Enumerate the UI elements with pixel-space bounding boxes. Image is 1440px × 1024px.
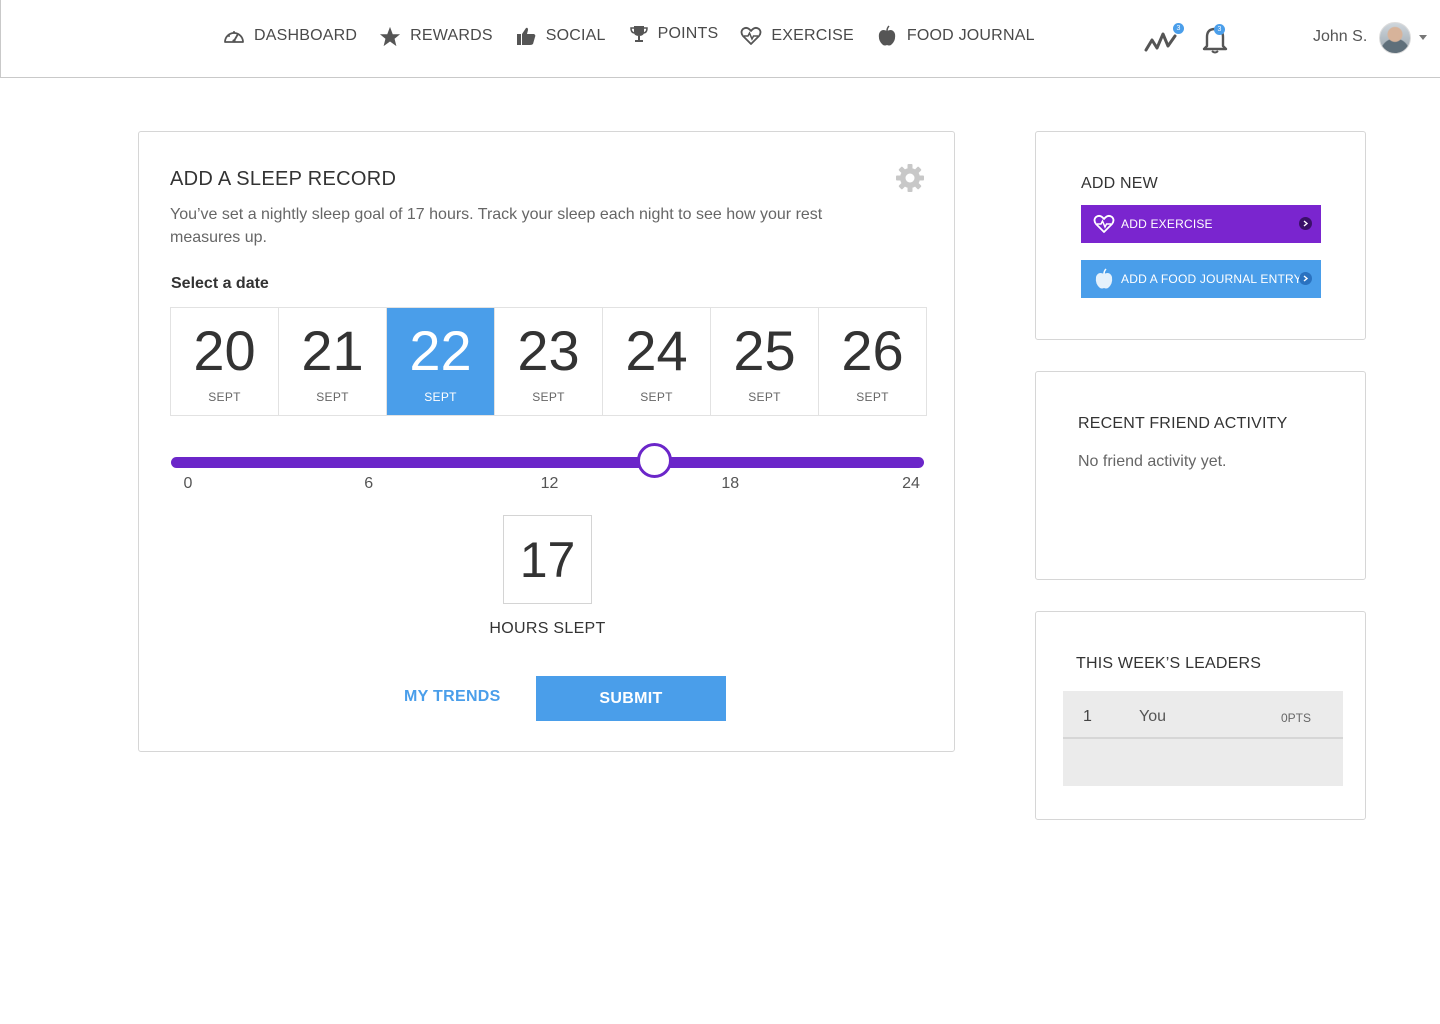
chevron-right-icon [1299,217,1312,230]
add-food-journal-button[interactable]: ADD A FOOD JOURNAL ENTRY [1081,260,1321,298]
date-option-21[interactable]: 21 SEPT [279,308,387,415]
heart-pulse-icon [1093,213,1115,235]
hours-slider-track[interactable] [171,457,924,468]
date-option-22[interactable]: 22 SEPT [387,308,495,415]
nav-rewards[interactable]: REWARDS [379,25,493,47]
date-option-26[interactable]: 26 SEPT [819,308,926,415]
nav-points-label: POINTS [657,25,719,42]
nav-rewards-label: REWARDS [410,27,493,44]
date-day: 21 [301,319,364,382]
slider-tick-label: 24 [902,475,920,492]
date-month: SEPT [856,390,889,404]
thumbs-up-icon [515,25,537,47]
select-date-label: Select a date [171,275,269,292]
recent-friend-activity-card: RECENT FRIEND ACTIVITY No friend activit… [1035,371,1366,580]
activity-button[interactable]: 3 [1144,20,1184,56]
friend-activity-empty-text: No friend activity yet. [1078,453,1227,470]
add-exercise-label: ADD EXERCISE [1121,217,1213,231]
submit-button[interactable]: SUBMIT [536,676,726,721]
date-option-20[interactable]: 20 SEPT [171,308,279,415]
notifications-button[interactable]: 3 [1201,20,1231,56]
user-name[interactable]: John S. [1313,28,1367,46]
dashboard-gauge-icon [223,25,245,47]
date-month: SEPT [424,390,457,404]
leader-name: You [1139,708,1166,725]
nav-food-journal[interactable]: FOOD JOURNAL [876,25,1035,47]
nav-dashboard[interactable]: DASHBOARD [223,25,357,47]
hours-slept-label: HOURS SLEPT [489,620,606,637]
activity-badge: 3 [1173,23,1184,34]
date-option-24[interactable]: 24 SEPT [603,308,711,415]
chevron-right-icon [1299,272,1312,285]
trophy-icon [628,23,650,45]
apple-icon [876,25,898,47]
nav-food-journal-label: FOOD JOURNAL [906,27,1035,44]
sleep-card-title: ADD A SLEEP RECORD [170,168,397,190]
gear-icon[interactable] [895,163,925,193]
leaders-title: THIS WEEK’S LEADERS [1076,655,1262,672]
weekly-leaders-card: THIS WEEK’S LEADERS 1 You 0PTS [1035,611,1366,820]
date-day: 20 [193,319,256,382]
add-food-journal-label: ADD A FOOD JOURNAL ENTRY [1121,272,1302,286]
leader-points: 0PTS [1280,711,1311,725]
date-month: SEPT [316,390,349,404]
top-navigation-bar: DASHBOARD REWARDS SOCIAL POINTS EXERCISE [0,0,1440,78]
add-new-title: ADD NEW [1081,175,1158,192]
user-menu-chevron-down-icon[interactable] [1419,35,1427,40]
friend-activity-title: RECENT FRIEND ACTIVITY [1078,415,1288,432]
sleep-record-card: ADD A SLEEP RECORD You’ve set a nightly … [138,131,955,752]
date-picker: 20 SEPT 21 SEPT 22 SEPT 23 SEPT 24 SEPT … [170,307,927,416]
add-exercise-button[interactable]: ADD EXERCISE [1081,205,1321,243]
slider-tick-label: 12 [540,475,559,492]
date-day: 22 [409,319,472,382]
nav-points[interactable]: POINTS [628,23,719,45]
date-day: 24 [625,319,688,382]
slider-tick-label: 0 [183,475,193,492]
date-month: SEPT [748,390,781,404]
nav-social[interactable]: SOCIAL [515,25,606,47]
slider-tick-label: 6 [364,475,374,492]
leaders-table: 1 You 0PTS [1063,691,1343,786]
my-trends-link[interactable]: MY TRENDS [404,688,501,706]
nav-exercise[interactable]: EXERCISE [740,25,854,47]
date-month: SEPT [532,390,565,404]
add-new-card: ADD NEW ADD EXERCISE ADD A FOOD JOURNAL … [1035,131,1366,340]
leader-rank: 1 [1083,708,1092,725]
date-day: 23 [517,319,580,382]
sleep-goal-description: You’ve set a nightly sleep goal of 17 ho… [170,206,823,246]
hours-slept-value: 17 [503,515,592,604]
date-day: 25 [733,319,796,382]
star-icon [379,25,401,47]
nav-dashboard-label: DASHBOARD [254,27,358,44]
heart-pulse-icon [740,25,762,47]
nav-exercise-label: EXERCISE [771,27,854,44]
avatar[interactable] [1379,22,1411,54]
date-month: SEPT [640,390,673,404]
table-row: 1 You 0PTS [1063,691,1343,739]
hours-slider-handle[interactable] [637,443,673,478]
date-month: SEPT [208,390,241,404]
main-nav: DASHBOARD REWARDS SOCIAL POINTS EXERCISE [223,25,1057,47]
notification-badge: 3 [1214,24,1225,35]
nav-social-label: SOCIAL [545,27,606,44]
slider-tick-label: 18 [721,475,740,492]
apple-icon [1093,268,1115,290]
date-day: 26 [841,319,904,382]
date-option-25[interactable]: 25 SEPT [711,308,819,415]
date-option-23[interactable]: 23 SEPT [495,308,603,415]
